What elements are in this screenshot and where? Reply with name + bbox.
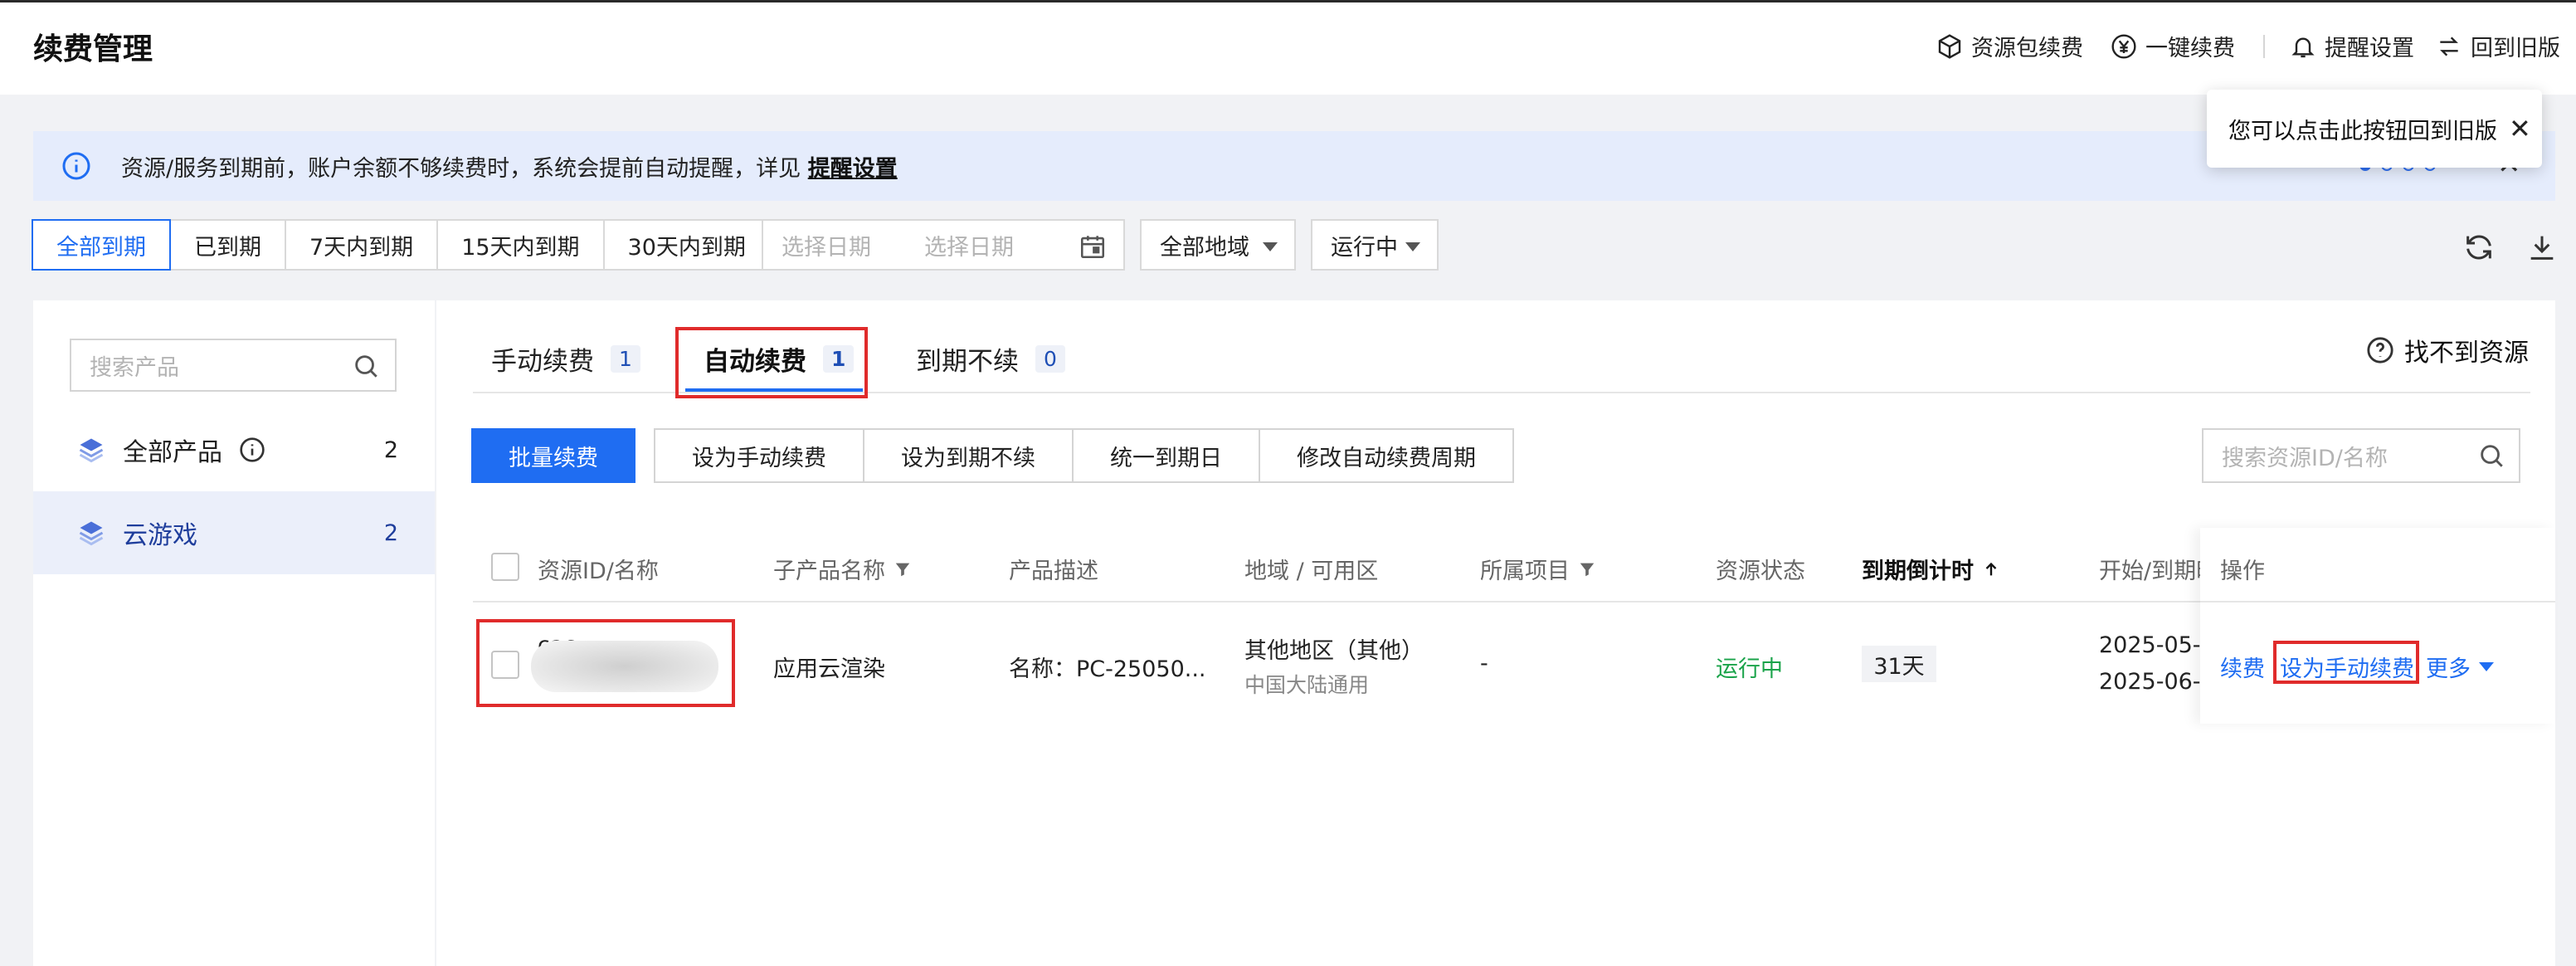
zone-name: 中国大陆通用 bbox=[1244, 673, 1370, 697]
sidebar-item-count: 2 bbox=[383, 520, 398, 546]
sidebar-item-count: 2 bbox=[383, 437, 398, 463]
expiry-filter-segments: 全部到期 已到期 7天内到期 15天内到期 30天内到期 bbox=[32, 219, 771, 271]
status-badge: 运行中 bbox=[1716, 656, 1783, 682]
batch-renew-button[interactable]: 批量续费 bbox=[471, 428, 635, 483]
select-all-checkbox[interactable] bbox=[491, 553, 519, 581]
filter-all-expiry[interactable]: 全部到期 bbox=[32, 219, 171, 271]
download-icon[interactable] bbox=[2525, 231, 2559, 264]
tab-manual-renew[interactable]: 手动续费 1 bbox=[491, 340, 640, 378]
info-icon[interactable] bbox=[239, 437, 265, 463]
col-operation: 操作 bbox=[2220, 559, 2265, 584]
region-select[interactable]: 全部地域 bbox=[1140, 219, 1296, 271]
op-header-divider bbox=[2200, 601, 2555, 603]
tab-count: 1 bbox=[611, 345, 640, 373]
chevron-down-icon bbox=[1405, 242, 1420, 251]
more-dropdown[interactable]: 更多 bbox=[2426, 651, 2494, 683]
package-icon bbox=[1938, 33, 1961, 59]
cant-find-resource-link[interactable]: 找不到资源 bbox=[2366, 332, 2529, 368]
start-time: 2025-05- bbox=[2099, 632, 2201, 658]
filter-expired[interactable]: 已到期 bbox=[169, 219, 286, 271]
page-title: 续费管理 bbox=[33, 32, 153, 66]
notice-banner: 资源/服务到期前，账户余额不够续费时，系统会提前自动提醒，详见 提醒设置 bbox=[33, 131, 2555, 201]
set-no-renew-button[interactable]: 设为到期不续 bbox=[863, 428, 1074, 483]
stack-layers-icon bbox=[79, 521, 104, 546]
tab-no-renew[interactable]: 到期不续 0 bbox=[916, 340, 1065, 378]
action-button-group: 设为手动续费 设为到期不续 统一到期日 修改自动续费周期 bbox=[654, 428, 1514, 483]
search-icon bbox=[2481, 445, 2503, 467]
resource-package-renew-button[interactable]: 资源包续费 bbox=[1936, 30, 2083, 62]
calendar-icon bbox=[1080, 236, 1105, 259]
filter-15-days[interactable]: 15天内到期 bbox=[436, 219, 605, 271]
product-sidebar bbox=[33, 300, 435, 966]
sidebar-item-all-products[interactable]: 全部产品 2 bbox=[33, 408, 435, 491]
help-circle-icon bbox=[2367, 337, 2393, 363]
old-version-tooltip: 您可以点击此按钮回到旧版 ✕ bbox=[2207, 90, 2542, 168]
status-select[interactable]: 运行中 bbox=[1311, 219, 1439, 271]
one-click-renew-button[interactable]: 一键续费 bbox=[2111, 30, 2235, 62]
modify-auto-renew-period-button[interactable]: 修改自动续费周期 bbox=[1259, 428, 1514, 483]
info-icon bbox=[62, 152, 90, 180]
reminder-settings-button[interactable]: 提醒设置 bbox=[2290, 30, 2414, 62]
yen-circle-icon bbox=[2111, 33, 2136, 59]
project-name: - bbox=[1480, 651, 1488, 676]
refresh-icon[interactable] bbox=[2462, 231, 2496, 264]
arrow-up-icon[interactable] bbox=[1982, 560, 2000, 578]
date-range-picker[interactable]: 选择日期 选择日期 bbox=[762, 219, 1125, 271]
highlight-resource-cell bbox=[476, 619, 735, 707]
tab-count: 0 bbox=[1035, 345, 1065, 373]
product-search-input[interactable]: 搜索产品 bbox=[70, 339, 397, 392]
col-status: 资源状态 bbox=[1716, 559, 1805, 584]
countdown-badge: 31天 bbox=[1862, 646, 1936, 682]
bell-icon bbox=[2291, 37, 2315, 57]
unify-expiry-button[interactable]: 统一到期日 bbox=[1072, 428, 1260, 483]
highlight-auto-renew-tab bbox=[675, 327, 868, 398]
col-resource-id: 资源ID/名称 bbox=[538, 559, 659, 584]
notice-text: 资源/服务到期前，账户余额不够续费时，系统会提前自动提醒，详见 bbox=[121, 155, 801, 182]
chevron-down-icon bbox=[1263, 242, 1278, 251]
filter-7-days[interactable]: 7天内到期 bbox=[285, 219, 439, 271]
end-time: 2025-06- bbox=[2099, 669, 2201, 695]
highlight-set-manual-link bbox=[2273, 641, 2419, 684]
filter-30-days[interactable]: 30天内到期 bbox=[602, 219, 771, 271]
col-description: 产品描述 bbox=[1009, 559, 1098, 584]
product-description: 名称：PC-25050... bbox=[1009, 656, 1206, 682]
header-separator bbox=[2263, 35, 2265, 58]
filter-icon[interactable] bbox=[1578, 560, 1596, 578]
date-start[interactable]: 选择日期 bbox=[782, 229, 871, 261]
stack-layers-icon bbox=[79, 438, 104, 463]
swap-icon bbox=[2440, 36, 2458, 56]
close-icon[interactable]: ✕ bbox=[2509, 113, 2531, 144]
caret-down-icon bbox=[2479, 662, 2494, 671]
search-icon bbox=[355, 355, 377, 378]
sidebar-item-cloud-gaming[interactable]: 云游戏 2 bbox=[33, 491, 435, 574]
reminder-settings-link[interactable]: 提醒设置 bbox=[808, 156, 898, 182]
resource-search-input[interactable]: 搜索资源ID/名称 bbox=[2202, 428, 2520, 483]
col-subproduct[interactable]: 子产品名称 bbox=[773, 553, 912, 585]
region-name: 其他地区（其他） bbox=[1244, 638, 1424, 664]
back-to-old-version-button[interactable]: 回到旧版 bbox=[2436, 30, 2560, 62]
renew-link[interactable]: 续费 bbox=[2220, 651, 2265, 683]
set-manual-renew-button[interactable]: 设为手动续费 bbox=[654, 428, 864, 483]
col-countdown[interactable]: 到期倒计时 bbox=[1862, 553, 2000, 585]
filter-icon[interactable] bbox=[894, 560, 912, 578]
col-project[interactable]: 所属项目 bbox=[1480, 553, 1596, 585]
subproduct-name: 应用云渲染 bbox=[773, 656, 885, 682]
date-end[interactable]: 选择日期 bbox=[924, 229, 1014, 261]
col-region: 地域 / 可用区 bbox=[1244, 559, 1379, 584]
